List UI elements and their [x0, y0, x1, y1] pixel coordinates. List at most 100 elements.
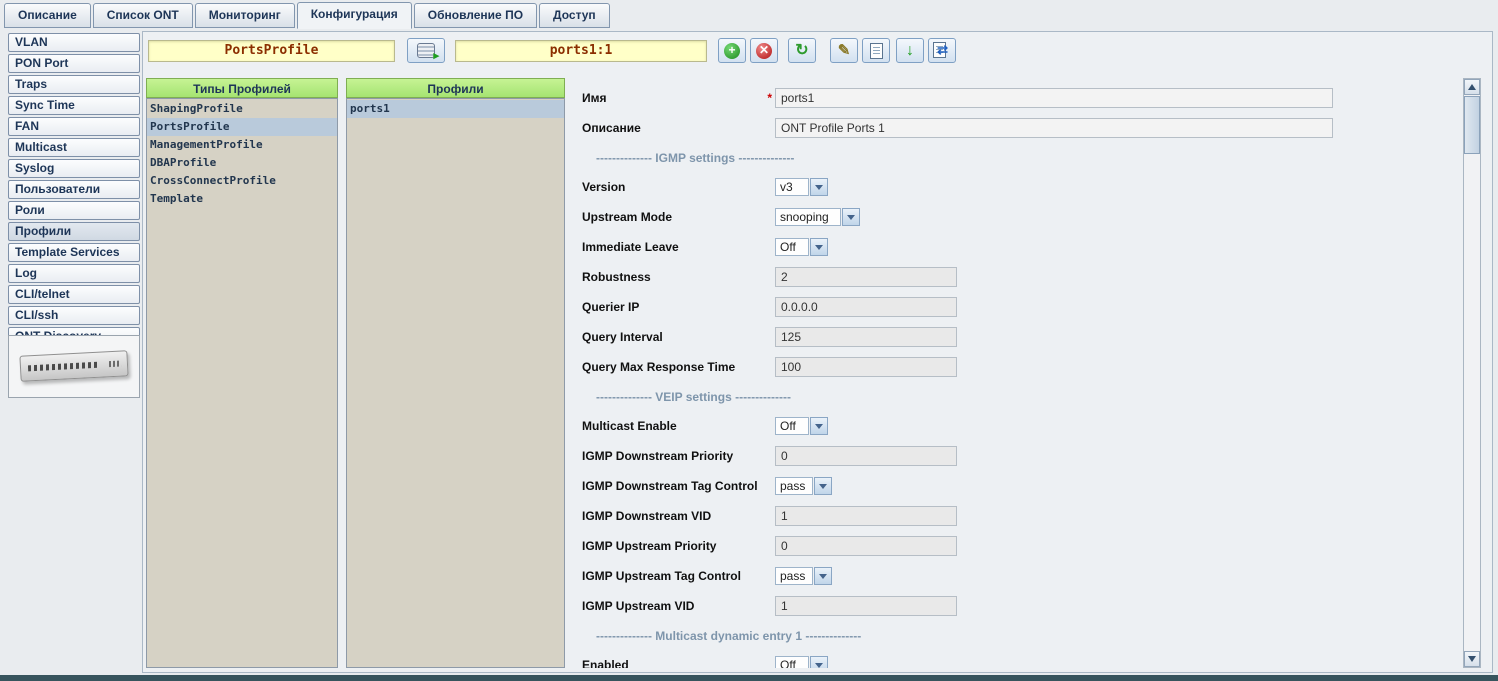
field-version-select[interactable]: v3	[775, 178, 828, 196]
selected-value: Off	[775, 417, 809, 435]
tab-dostup[interactable]: Доступ	[539, 3, 610, 28]
selected-value: Off	[775, 238, 809, 256]
apply-button[interactable]: ⇄	[928, 38, 956, 63]
copy-button[interactable]	[862, 38, 890, 63]
profile-type-item-crossconnectprofile[interactable]: CrossConnectProfile	[147, 172, 337, 190]
field-igmp-upstream-vid-input[interactable]: 1	[775, 596, 957, 616]
sidebar-item-log[interactable]: Log	[8, 264, 140, 283]
document-icon	[870, 43, 883, 59]
delete-button[interactable]: ✕	[750, 38, 778, 63]
device-image	[8, 335, 140, 398]
section-header-multicast-dynamic-entry-1: -------------- Multicast dynamic entry 1…	[574, 621, 1462, 650]
pencil-icon: ✎	[838, 43, 851, 59]
field-enabled-select[interactable]: Off	[775, 656, 828, 668]
sidebar-item-pon-port[interactable]: PON Port	[8, 54, 140, 73]
tab-konfiguratsiya[interactable]: Конфигурация	[297, 2, 412, 29]
tab-opisanie[interactable]: Описание	[4, 3, 91, 28]
sidebar-item-cli-ssh[interactable]: CLI/ssh	[8, 306, 140, 325]
profile-type-item-managementprofile[interactable]: ManagementProfile	[147, 136, 337, 154]
triangle-down-icon	[1468, 656, 1476, 662]
chevron-down-icon[interactable]	[810, 178, 828, 196]
sidebar-item-roli[interactable]: Роли	[8, 201, 140, 220]
field-label-imya: Имя	[582, 91, 760, 105]
chevron-down-icon[interactable]	[842, 208, 860, 226]
selected-value: pass	[775, 567, 813, 585]
cross-circle-icon: ✕	[756, 43, 772, 59]
sidebar-item-profili[interactable]: Профили	[8, 222, 140, 241]
profile-form: Имя*ports1ОписаниеONT Profile Ports 1---…	[574, 78, 1462, 668]
load-button[interactable]: ▸	[407, 38, 445, 63]
field-query-max-response-time-input[interactable]: 100	[775, 357, 957, 377]
profile-type-item-dbaprofile[interactable]: DBAProfile	[147, 154, 337, 172]
sidebar-item-vlan[interactable]: VLAN	[8, 33, 140, 52]
add-button[interactable]: +	[718, 38, 746, 63]
field-igmp-downstream-tag-control-select[interactable]: pass	[775, 477, 832, 495]
form-row-enabled: EnabledOff	[574, 650, 1462, 668]
profile-types-list: ShapingProfilePortsProfileManagementProf…	[146, 98, 338, 668]
chevron-down-icon[interactable]	[814, 567, 832, 585]
field-label-igmp-upstream-tag-control: IGMP Upstream Tag Control	[582, 569, 760, 583]
field-igmp-upstream-priority-input[interactable]: 0	[775, 536, 957, 556]
chevron-down-icon[interactable]	[810, 417, 828, 435]
selected-value: snooping	[775, 208, 841, 226]
field-label-igmp-upstream-priority: IGMP Upstream Priority	[582, 539, 760, 553]
chevron-down-icon[interactable]	[810, 238, 828, 256]
refresh-icon: ↻	[795, 43, 808, 59]
window-bottom-edge	[0, 675, 1498, 681]
profile-type-display: PortsProfile	[148, 40, 395, 62]
profile-type-item-template[interactable]: Template	[147, 190, 337, 208]
tab-spisok-ont[interactable]: Список ONT	[93, 3, 193, 28]
edit-button[interactable]: ✎	[830, 38, 858, 63]
field-imya-input[interactable]: ports1	[775, 88, 1333, 108]
field-label-igmp-downstream-tag-control: IGMP Downstream Tag Control	[582, 479, 760, 493]
chevron-down-icon[interactable]	[814, 477, 832, 495]
tab-monitoring[interactable]: Мониторинг	[195, 3, 295, 28]
field-label-version: Version	[582, 180, 760, 194]
form-row-opisanie: ОписаниеONT Profile Ports 1	[574, 113, 1462, 143]
sidebar-item-cli-telnet[interactable]: CLI/telnet	[8, 285, 140, 304]
field-opisanie-input[interactable]: ONT Profile Ports 1	[775, 118, 1333, 138]
tab-obnovlenie-po[interactable]: Обновление ПО	[414, 3, 537, 28]
profile-type-item-shapingprofile[interactable]: ShapingProfile	[147, 100, 337, 118]
profile-type-item-portsprofile[interactable]: PortsProfile	[147, 118, 337, 136]
field-label-igmp-downstream-vid: IGMP Downstream VID	[582, 509, 760, 523]
scroll-down-button[interactable]	[1464, 651, 1480, 667]
field-querier-ip-input[interactable]: 0.0.0.0	[775, 297, 957, 317]
vertical-scrollbar[interactable]	[1463, 78, 1481, 668]
field-upstream-mode-select[interactable]: snooping	[775, 208, 860, 226]
switch-ports-icon	[28, 362, 98, 372]
chevron-down-icon[interactable]	[810, 656, 828, 668]
plus-circle-icon: +	[724, 43, 740, 59]
scrollbar-thumb[interactable]	[1464, 96, 1480, 154]
sidebar-item-traps[interactable]: Traps	[8, 75, 140, 94]
profile-types-header: Типы Профилей	[146, 78, 338, 98]
download-button[interactable]: ↓	[896, 38, 924, 63]
scroll-up-button[interactable]	[1464, 79, 1480, 95]
triangle-up-icon	[1468, 84, 1476, 90]
form-row-upstream-mode: Upstream Modesnooping	[574, 202, 1462, 232]
sidebar-item-multicast[interactable]: Multicast	[8, 138, 140, 157]
field-robustness-input[interactable]: 2	[775, 267, 957, 287]
field-label-immediate-leave: Immediate Leave	[582, 240, 760, 254]
sidebar-item-fan[interactable]: FAN	[8, 117, 140, 136]
refresh-button[interactable]: ↻	[788, 38, 816, 63]
form-row-igmp-upstream-tag-control: IGMP Upstream Tag Control pass	[574, 561, 1462, 591]
form-row-igmp-downstream-vid: IGMP Downstream VID 1	[574, 501, 1462, 531]
field-igmp-downstream-priority-input[interactable]: 0	[775, 446, 957, 466]
sidebar-item-syslog[interactable]: Syslog	[8, 159, 140, 178]
field-label-querier-ip: Querier IP	[582, 300, 760, 314]
field-igmp-downstream-vid-input[interactable]: 1	[775, 506, 957, 526]
sidebar-item-template-services[interactable]: Template Services	[8, 243, 140, 262]
field-immediate-leave-select[interactable]: Off	[775, 238, 828, 256]
profile-item-ports1[interactable]: ports1	[347, 100, 564, 118]
sidebar-item-polzovateli[interactable]: Пользователи	[8, 180, 140, 199]
field-label-igmp-downstream-priority: IGMP Downstream Priority	[582, 449, 760, 463]
field-igmp-upstream-tag-control-select[interactable]: pass	[775, 567, 832, 585]
sidebar-item-sync-time[interactable]: Sync Time	[8, 96, 140, 115]
field-label-robustness: Robustness	[582, 270, 760, 284]
database-icon: ▸	[417, 43, 435, 58]
field-multicast-enable-select[interactable]: Off	[775, 417, 828, 435]
field-query-interval-input[interactable]: 125	[775, 327, 957, 347]
profile-instance-display: ports1:1	[455, 40, 707, 62]
down-arrow-icon: ↓	[906, 43, 914, 59]
